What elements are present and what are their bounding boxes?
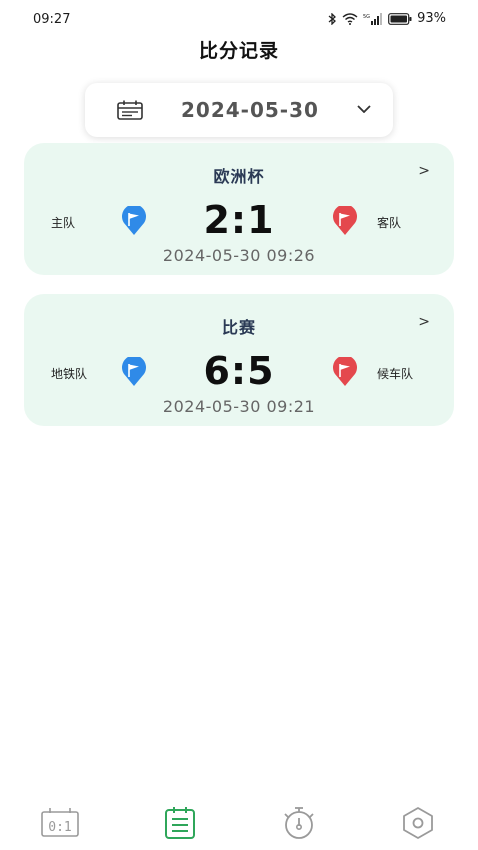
selected-date: 2024-05-30	[181, 98, 319, 122]
nav-records[interactable]	[160, 803, 200, 843]
wifi-icon	[342, 12, 358, 25]
status-bar: 09:27 5G 93%	[0, 0, 478, 34]
nav-scoreboard-text: 0:1	[48, 819, 72, 835]
battery-icon	[388, 12, 412, 25]
stopwatch-icon	[284, 807, 314, 839]
match-time: 2024-05-30 09:26	[162, 246, 316, 265]
records-icon	[165, 807, 195, 839]
page-title: 比分记录	[198, 40, 279, 62]
bottom-nav: 0:1	[0, 795, 478, 850]
settings-hexagon-icon	[403, 807, 433, 839]
svg-text:5G: 5G	[363, 14, 370, 20]
away-team-name: 候车队	[377, 367, 414, 381]
calendar-icon	[117, 100, 143, 120]
away-team-name: 客队	[377, 216, 402, 230]
chevron-down-icon	[357, 105, 371, 113]
nav-settings[interactable]	[398, 803, 438, 843]
nav-scoreboard[interactable]: 0:1	[40, 803, 80, 843]
match-time: 2024-05-30 09:21	[162, 397, 316, 416]
match-card[interactable]: 比赛 > 地铁队 6:5 候车队 2024-05-30 09:21	[24, 294, 454, 426]
battery-percent: 93%	[417, 11, 446, 26]
away-flag-icon	[333, 206, 357, 235]
match-card[interactable]: 欧洲杯 > 主队 2:1 客队 2024-05-30 09:26	[24, 143, 454, 275]
status-icons: 5G 93%	[327, 11, 446, 26]
bluetooth-icon	[328, 12, 337, 25]
chevron-right-icon: >	[418, 163, 430, 179]
status-time: 09:27	[33, 12, 71, 27]
date-picker[interactable]: 2024-05-30	[85, 83, 393, 137]
chevron-right-icon: >	[418, 314, 430, 330]
match-title: 欧洲杯	[213, 167, 265, 186]
away-flag-icon	[333, 357, 357, 386]
match-title: 比赛	[221, 318, 256, 337]
signal-icon: 5G	[363, 12, 383, 25]
nav-timer[interactable]	[279, 803, 319, 843]
